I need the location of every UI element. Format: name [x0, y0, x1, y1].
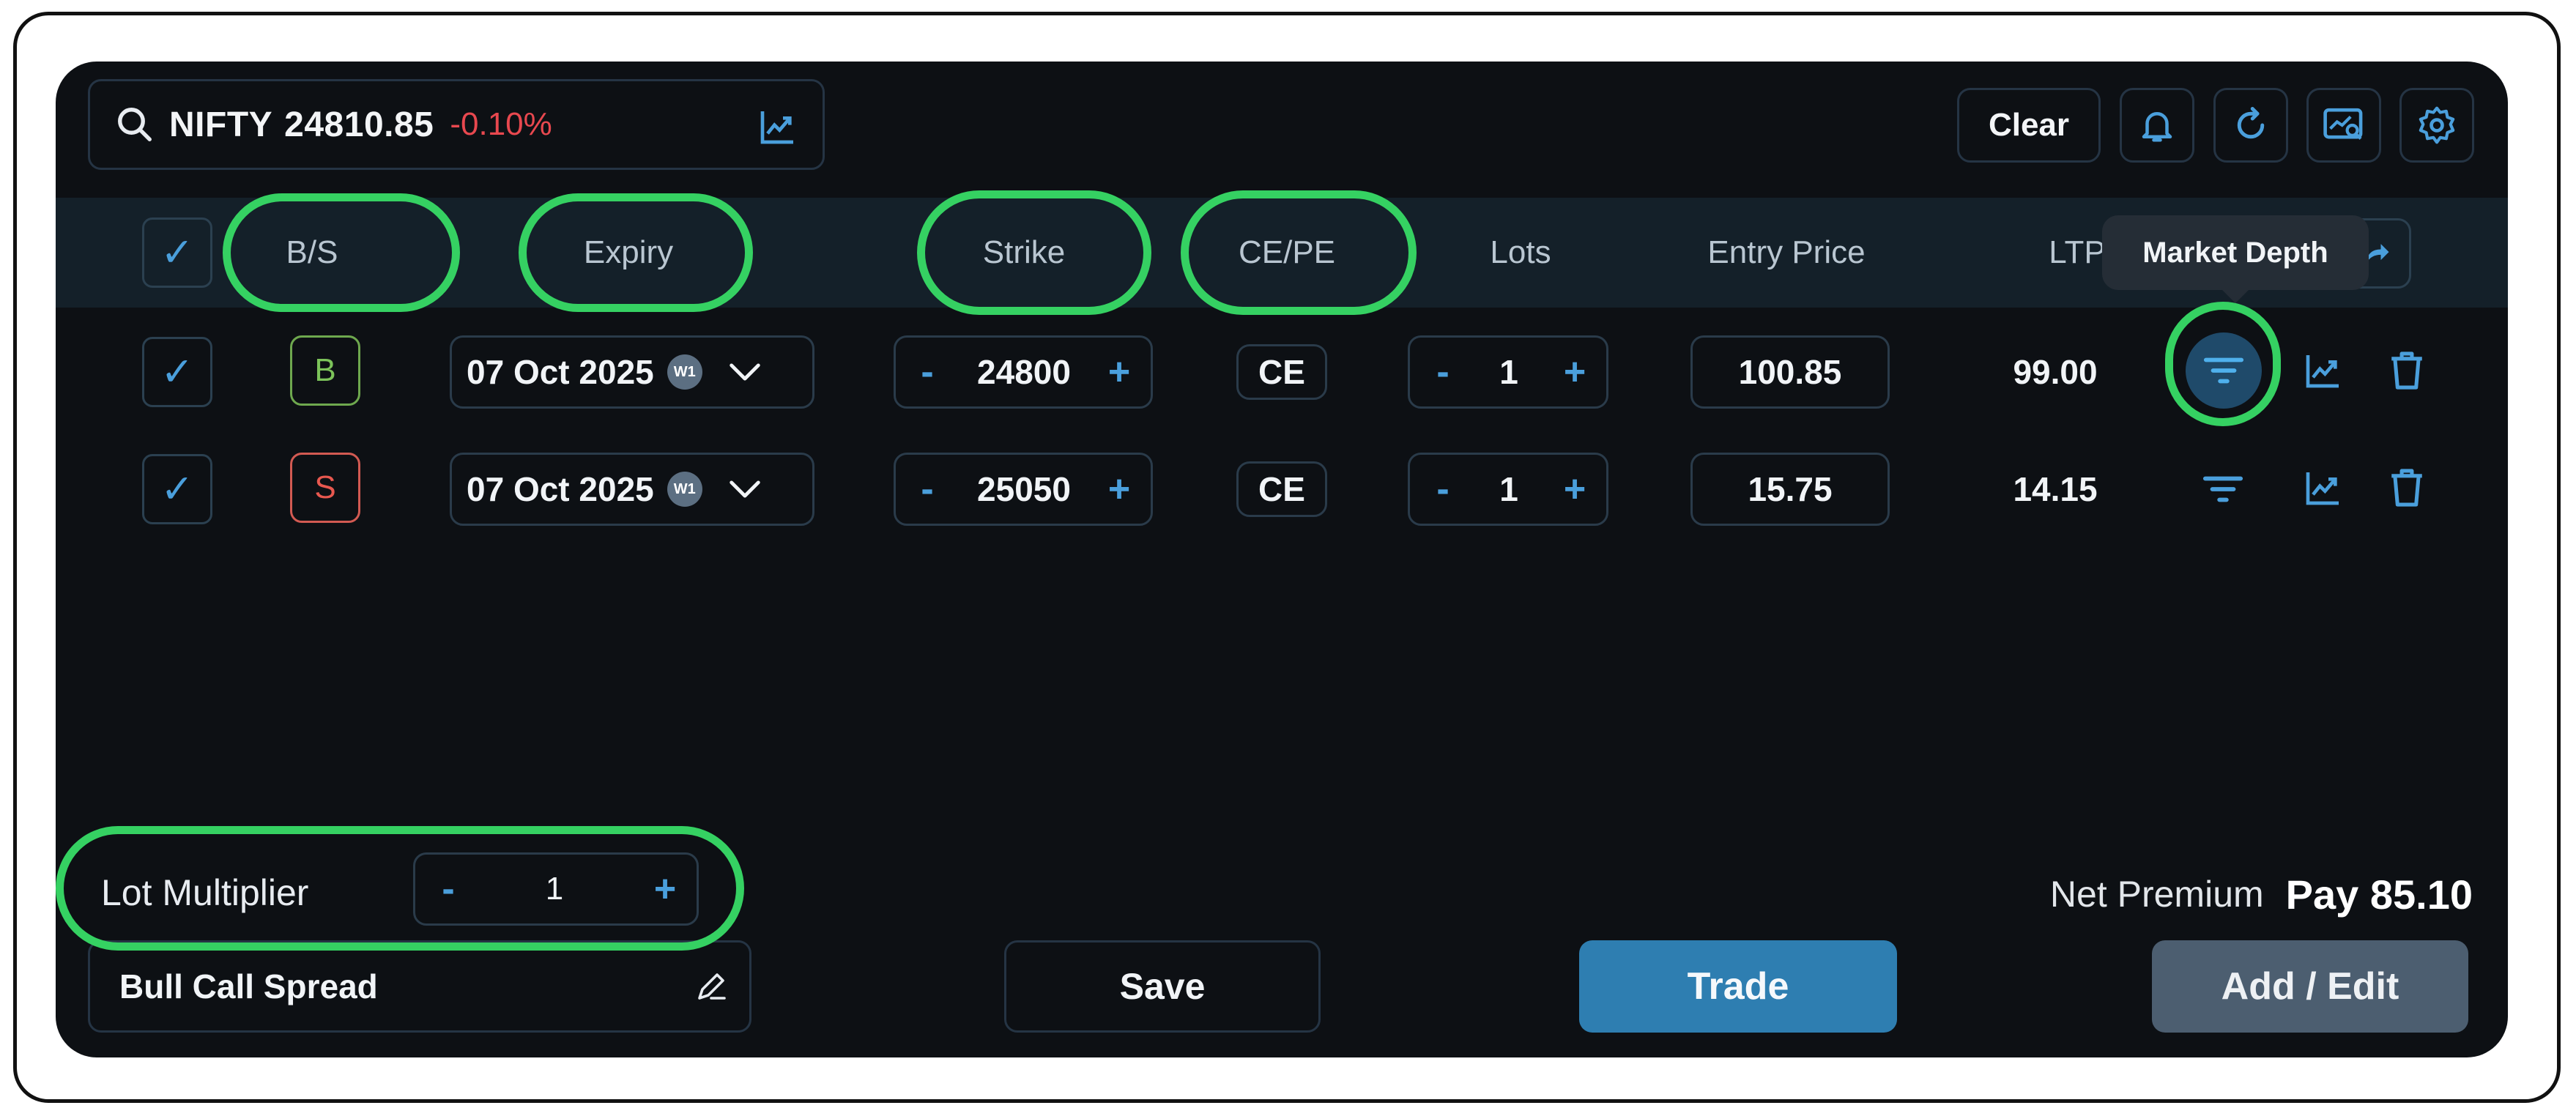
highlight-ring-lot-multiplier [56, 826, 744, 951]
row-2-lots-value[interactable]: 1 [1476, 455, 1542, 524]
bell-icon [2142, 112, 2172, 142]
strategy-name: Bull Call Spread [119, 967, 378, 1005]
settings-button[interactable] [2399, 88, 2474, 163]
row-2-strike-stepper: - 25050 + [894, 453, 1153, 526]
chart-icon[interactable] [2303, 467, 2344, 508]
lots-increment-button[interactable]: + [1556, 455, 1593, 524]
lots-decrement-button[interactable]: - [1425, 455, 1461, 524]
trash-icon[interactable] [2386, 466, 2427, 510]
strike-decrement-button[interactable]: - [909, 338, 946, 406]
highlight-ring-bs [223, 193, 460, 312]
highlight-ring-strike [917, 190, 1151, 315]
lots-increment-button[interactable]: + [1556, 338, 1593, 406]
refresh-icon [2237, 107, 2265, 139]
row-2-strike-value[interactable]: 25050 [954, 455, 1094, 524]
clear-button[interactable]: Clear [1957, 88, 2101, 163]
row-2-expiry-value: 07 Oct 2025 [467, 470, 654, 508]
header-lots: Lots [1490, 234, 1551, 270]
row-1-strike-stepper: - 24800 + [894, 335, 1153, 409]
alert-button[interactable] [2120, 88, 2194, 163]
chevron-down-icon [730, 363, 760, 381]
row-2-expiry-select[interactable]: 07 Oct 2025 W1 [450, 453, 814, 526]
strategy-name-field[interactable]: Bull Call Spread [88, 940, 751, 1033]
chevron-down-icon [730, 480, 760, 498]
chart-icon[interactable] [757, 106, 799, 147]
option-strategy-panel: NIFTY 24810.85 -0.10% Clear ✓ B/S Expiry… [56, 62, 2508, 1057]
chart-search-icon [2323, 108, 2363, 140]
trash-icon[interactable] [2386, 349, 2427, 393]
row-1-expiry-select[interactable]: 07 Oct 2025 W1 [450, 335, 814, 409]
row-2-ltp: 14.15 [2013, 470, 2098, 508]
row-1-strike-value[interactable]: 24800 [954, 338, 1094, 406]
row-2-checkbox[interactable]: ✓ [142, 454, 212, 524]
row-1-ltp: 99.00 [2013, 353, 2098, 391]
row-1-buy-badge[interactable]: B [290, 335, 360, 406]
refresh-button[interactable] [2213, 88, 2288, 163]
strike-increment-button[interactable]: + [1101, 338, 1137, 406]
row-2-lots-stepper: - 1 + [1408, 453, 1608, 526]
select-all-checkbox[interactable]: ✓ [142, 217, 212, 288]
net-premium: Net Premium Pay 85.10 [1975, 854, 2473, 934]
row-2-sell-badge[interactable]: S [290, 453, 360, 523]
row-1-lots-value[interactable]: 1 [1476, 338, 1542, 406]
filter-lines-icon[interactable] [2202, 473, 2244, 505]
highlight-ring-expiry [519, 193, 753, 312]
chart-icon[interactable] [2303, 350, 2344, 391]
row-2-option-type[interactable]: CE [1236, 461, 1327, 517]
week-badge: W1 [667, 472, 702, 507]
symbol-price: 24810.85 [284, 105, 434, 144]
gear-icon [2419, 106, 2455, 144]
save-button[interactable]: Save [1004, 940, 1321, 1033]
symbol-name: NIFTY [169, 105, 273, 144]
check-icon: ✓ [160, 350, 194, 394]
net-premium-value: Pay 85.10 [2285, 871, 2473, 918]
check-icon: ✓ [160, 231, 194, 275]
lots-decrement-button[interactable]: - [1425, 338, 1461, 406]
row-1-lots-stepper: - 1 + [1408, 335, 1608, 409]
search-icon [118, 108, 152, 141]
market-depth-tooltip: Market Depth [2102, 215, 2369, 303]
check-icon: ✓ [160, 467, 194, 511]
row-1-option-type[interactable]: CE [1236, 344, 1327, 400]
row-2-entry-price-input[interactable]: 15.75 [1690, 453, 1890, 526]
symbol-change: -0.10% [450, 106, 552, 142]
row-1-entry-price-input[interactable]: 100.85 [1690, 335, 1890, 409]
add-edit-button[interactable]: Add / Edit [2152, 940, 2468, 1033]
week-badge: W1 [667, 354, 702, 390]
strike-decrement-button[interactable]: - [909, 455, 946, 524]
net-premium-label: Net Premium [2049, 874, 2264, 915]
search-box[interactable]: NIFTY 24810.85 -0.10% [88, 79, 825, 170]
row-1-checkbox[interactable]: ✓ [142, 337, 212, 407]
highlight-ring-market-depth [2165, 302, 2281, 426]
header-entry-price: Entry Price [1707, 234, 1866, 270]
row-1-expiry-value: 07 Oct 2025 [467, 353, 654, 391]
trade-button[interactable]: Trade [1579, 940, 1897, 1033]
pencil-icon[interactable] [694, 969, 729, 1004]
strike-increment-button[interactable]: + [1101, 455, 1137, 524]
highlight-ring-cepe [1181, 190, 1417, 315]
analyse-button[interactable] [2306, 88, 2381, 163]
